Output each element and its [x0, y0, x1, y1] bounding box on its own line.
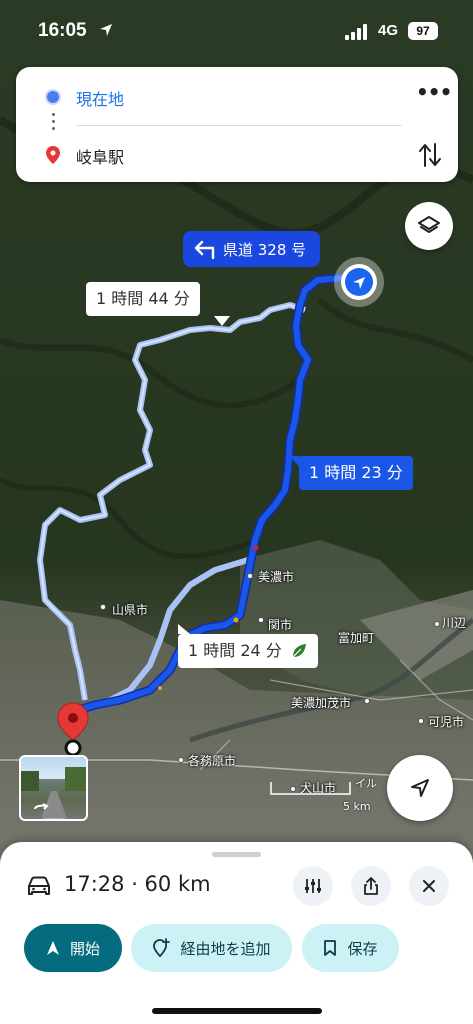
- location-arrow-icon: [100, 24, 112, 36]
- place-label-seki: 関市: [268, 618, 293, 632]
- destination-field[interactable]: 岐阜駅: [76, 144, 124, 168]
- layers-icon: [418, 216, 440, 233]
- street-view-image: [21, 767, 86, 819]
- close-icon: [423, 880, 435, 892]
- add-stop-label: 経由地を追加: [180, 939, 271, 958]
- city-dot: [100, 604, 106, 610]
- swap-icon[interactable]: [418, 142, 442, 168]
- alt-route-1-label: 1 時間 24 分: [188, 641, 282, 660]
- scale-label-km: 5 km: [343, 800, 371, 813]
- status-time: 16:05: [38, 20, 87, 41]
- place-label-kakamigahara: 各務原市: [188, 754, 237, 768]
- city-dot: [178, 757, 184, 763]
- navigation-arrow-icon: [46, 941, 59, 955]
- eco-leaf-icon: [292, 644, 306, 658]
- next-turn-road: 県道 328 号: [223, 240, 307, 259]
- city-dot: [364, 698, 370, 704]
- destination-marker-icon[interactable]: [56, 702, 90, 758]
- share-button[interactable]: [351, 866, 391, 906]
- trip-summary: 17:28 · 60 km: [64, 872, 211, 896]
- network-type: 4G: [378, 22, 399, 39]
- start-navigation-button[interactable]: 開始: [24, 924, 122, 972]
- place-label-kani: 可児市: [428, 715, 465, 729]
- current-location-marker: [334, 257, 384, 307]
- place-label-kawabe: 川辺: [442, 616, 467, 630]
- share-icon: [364, 877, 378, 895]
- place-label-tomika: 富加町: [338, 631, 375, 645]
- navigation-arrow-icon: [411, 779, 429, 797]
- divider: [76, 125, 402, 126]
- start-label: 開始: [69, 939, 100, 958]
- directions-bottom-sheet: 17:28 · 60 km 開始 経由地を追加 保存: [0, 842, 473, 1024]
- place-label-minokamo: 美濃加茂市: [291, 696, 352, 710]
- navigation-arrow-icon: [353, 277, 365, 289]
- city-dot: [418, 718, 424, 724]
- cellular-signal-icon: [345, 24, 367, 40]
- close-button[interactable]: [409, 866, 449, 906]
- add-location-icon: [153, 938, 171, 957]
- more-options-icon[interactable]: •••: [416, 82, 452, 105]
- origin-field[interactable]: 現在地: [76, 86, 124, 110]
- layers-button[interactable]: [405, 202, 453, 250]
- route-search-card: 現在地 ••• 岐阜駅: [16, 67, 458, 182]
- alt-route-1-time[interactable]: 1 時間 24 分: [178, 624, 318, 668]
- city-dot: [258, 617, 264, 623]
- add-stop-button[interactable]: 経由地を追加: [131, 924, 292, 972]
- city-dot: [434, 621, 440, 627]
- turn-left-icon: [194, 240, 215, 259]
- car-icon: [28, 876, 50, 895]
- origin-dot-icon: [47, 91, 59, 103]
- scale-label-miles: イル: [355, 777, 377, 790]
- bookmark-icon: [324, 940, 337, 956]
- place-label-yamagata: 山県市: [112, 603, 149, 617]
- status-bar: 16:05 4G 97: [0, 0, 473, 60]
- city-dot: [247, 573, 253, 579]
- selected-route-time[interactable]: 1 時間 23 分: [290, 456, 413, 490]
- home-indicator[interactable]: [152, 1008, 322, 1014]
- tune-icon: [305, 879, 321, 893]
- save-button[interactable]: 保存: [302, 924, 399, 972]
- alt-route-2-time[interactable]: 1 時間 44 分: [86, 282, 230, 326]
- recenter-button[interactable]: [387, 755, 453, 821]
- next-turn-chip[interactable]: 県道 328 号: [183, 231, 321, 267]
- route-options-button[interactable]: [293, 866, 333, 906]
- street-view-thumbnail[interactable]: [19, 755, 88, 821]
- place-label-mino: 美濃市: [258, 570, 295, 584]
- save-label: 保存: [347, 939, 378, 958]
- destination-pin-icon: [46, 146, 60, 164]
- sheet-drag-handle[interactable]: [212, 852, 261, 857]
- connector-dots: [52, 113, 55, 135]
- battery-icon: 97: [408, 22, 438, 40]
